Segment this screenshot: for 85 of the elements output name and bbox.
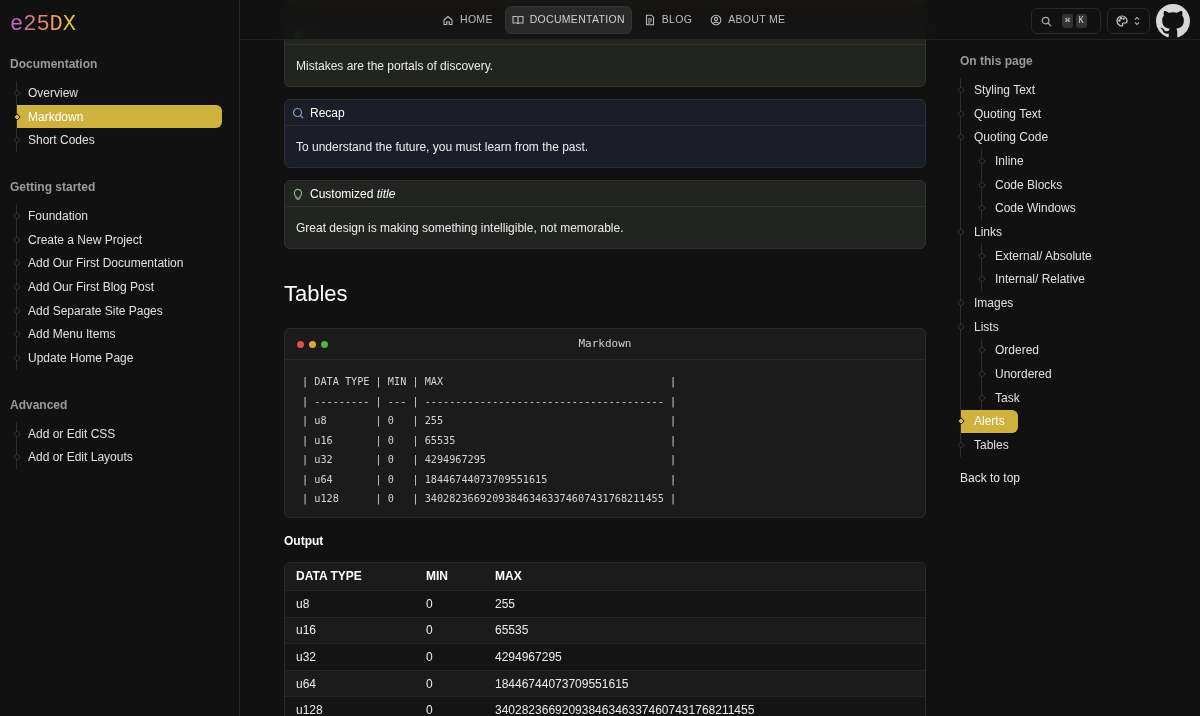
lightbulb-icon	[292, 187, 304, 200]
sidebar-item[interactable]: Create a New Project	[17, 228, 222, 252]
table-cell: 340282366920938463463374607431768211455	[484, 696, 925, 716]
toc-heading: On this page	[960, 53, 1034, 70]
theme-button[interactable]	[1107, 8, 1150, 34]
table-cell: 255	[484, 590, 925, 618]
code-line: | u64 | 0 | 18446744073709551615 |	[302, 472, 677, 488]
toc-item[interactable]: Lists	[961, 315, 1012, 339]
toc-item[interactable]: Task	[982, 386, 1033, 410]
column-header: MAX	[484, 562, 925, 591]
code-line: | u16 | 0 | 65535 |	[302, 433, 677, 449]
toc-item[interactable]: External/ Absolute	[982, 244, 1105, 268]
column-header: DATA TYPE	[285, 562, 415, 591]
document-icon	[643, 14, 656, 26]
sidebar-heading: Advanced	[10, 396, 69, 414]
table-cell: u16	[285, 617, 415, 644]
toc-item[interactable]: Code Blocks	[982, 173, 1076, 197]
key-hint: ⌘	[1062, 14, 1073, 28]
toc-item[interactable]: Quoting Code	[961, 125, 1062, 149]
sidebar-item[interactable]: Add Our First Blog Post	[17, 275, 222, 299]
column-header: MIN	[415, 562, 484, 591]
table-cell: 0	[415, 617, 484, 644]
nav-link[interactable]: DOCUMENTATION	[504, 6, 632, 34]
sidebar-item[interactable]: Foundation	[17, 204, 222, 228]
key-hint: K	[1075, 14, 1087, 28]
table-cell: 65535	[484, 617, 925, 644]
code-line: | u32 | 0 | 4294967295 |	[302, 453, 677, 468]
table-cell: u128	[285, 696, 415, 716]
sidebar-item[interactable]: Add or Edit Layouts	[17, 445, 222, 469]
table-cell: u32	[285, 643, 415, 671]
table-cell: 0	[415, 643, 484, 671]
toc-item[interactable]: Inline	[982, 149, 1037, 173]
table-cell: u8	[285, 590, 415, 618]
nav-link[interactable]: ABOUT ME	[704, 6, 792, 34]
sidebar-item[interactable]: Add or Edit CSS	[17, 422, 222, 446]
diamond-icon	[13, 112, 21, 121]
nav-link[interactable]: HOME	[436, 6, 499, 34]
code-line: | --------- | --- | --------------------------------------- |	[302, 394, 677, 410]
window-dots-icon	[297, 341, 328, 348]
github-icon[interactable]	[1156, 4, 1190, 38]
code-line: | u128 | 0 | 340282366920938463463374607431768211455 |	[302, 492, 677, 507]
sidebar-item[interactable]: Add Separate Site Pages	[17, 299, 222, 323]
alert-title: Customized title	[310, 185, 396, 203]
table-cell: 0	[415, 696, 484, 716]
sidebar-item[interactable]: Overview	[17, 81, 222, 105]
chevron-up-down-icon	[1134, 16, 1140, 26]
recap-icon	[292, 106, 304, 119]
window-title: Markdown	[578, 335, 632, 352]
alert-text: Mistakes are the portals of discovery.	[296, 57, 494, 75]
search-icon	[1041, 15, 1052, 27]
table-cell: 0	[415, 590, 484, 618]
toc-item[interactable]: Images	[961, 291, 1027, 315]
toc-item[interactable]: Tables	[961, 433, 1022, 457]
toc-item[interactable]: Styling Text	[961, 78, 1049, 102]
sidebar-item[interactable]: Add Our First Documentation	[17, 251, 222, 275]
output-label: Output	[284, 532, 325, 550]
toc-item[interactable]: Ordered	[982, 338, 1053, 362]
back-to-top-link[interactable]: Back to top	[960, 469, 1021, 487]
sidebar-item[interactable]: Short Codes	[17, 128, 222, 152]
alert-title: Recap	[310, 104, 345, 122]
user-circle-icon	[710, 14, 723, 26]
table-cell: 18446744073709551615	[484, 670, 925, 697]
sidebar-item[interactable]: Add Menu Items	[17, 322, 222, 346]
toc-item[interactable]: Quoting Text	[961, 102, 1055, 126]
toc-item[interactable]: Internal/ Relative	[982, 267, 1099, 291]
sidebar-item[interactable]: Update Home Page	[17, 346, 222, 370]
nav-link[interactable]: BLOG	[637, 6, 699, 34]
table-cell: 4294967295	[484, 643, 925, 671]
code-line: | DATA TYPE | MIN | MAX |	[302, 375, 677, 390]
toc-item[interactable]: Links	[961, 220, 1015, 244]
toc-item[interactable]: Unordered	[982, 362, 1065, 386]
section-heading: Tables	[284, 280, 349, 308]
table-cell: u64	[285, 670, 415, 697]
search-button[interactable]: ⌘ K	[1031, 8, 1101, 34]
diamond-icon	[957, 417, 965, 426]
sidebar-heading: Documentation	[10, 56, 99, 73]
table-cell: 0	[415, 670, 484, 697]
alert-text: Great design is making something intelligible, not memorable.	[296, 219, 624, 237]
toc-item[interactable]: Code Windows	[982, 196, 1089, 220]
alert-text: To understand the future, you must learn from the past.	[296, 138, 589, 156]
home-icon	[442, 14, 454, 26]
palette-icon	[1116, 15, 1128, 27]
sidebar-heading: Getting started	[10, 179, 97, 197]
book-icon	[511, 14, 524, 26]
code-line: | u8 | 0 | 255 |	[302, 414, 677, 429]
